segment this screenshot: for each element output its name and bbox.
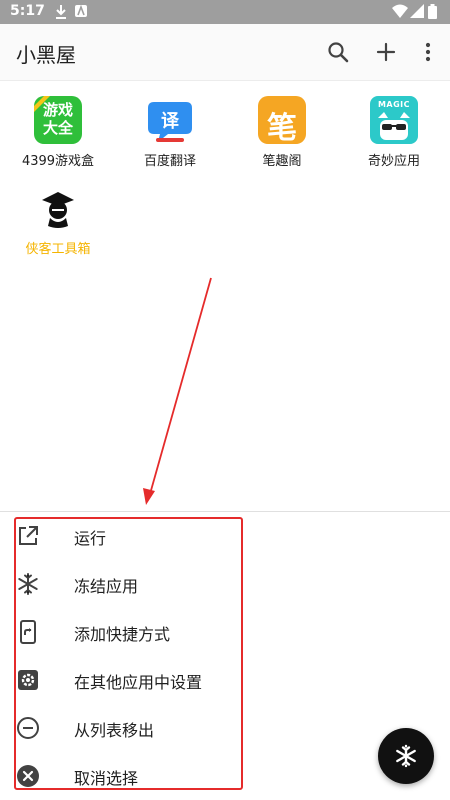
cancel-circle-icon: [17, 765, 39, 787]
app-item-xiake-toolbox[interactable]: 侠客工具箱: [2, 182, 114, 257]
snowflake-icon: [396, 744, 416, 768]
app-label: 百度翻译: [143, 154, 196, 169]
app-magic-icon-text: MAGIC: [377, 100, 411, 109]
menu-item-label: 冻结应用: [74, 577, 139, 596]
app-4399-icon-text-2: 大全: [42, 119, 73, 137]
menu-item-set-in-other-app[interactable]: 在其他应用中设置: [0, 656, 450, 704]
app-xiake-toolbox-icon: [32, 182, 84, 234]
app-biquge-icon-text: 笔: [267, 111, 297, 146]
app-bar: 小黑屋: [0, 24, 450, 81]
app-baidu-translate-icon-text: 译: [161, 111, 179, 132]
app-item-baidu-translate[interactable]: 译 百度翻译: [114, 94, 226, 169]
status-time: 5:17: [10, 3, 45, 19]
wifi-icon: [392, 4, 408, 18]
freeze-fab[interactable]: [378, 728, 434, 784]
app-4399-icon: 游戏 大全: [32, 94, 84, 146]
snowflake-icon: [18, 573, 38, 595]
signal-icon: [410, 4, 424, 18]
more-vert-icon[interactable]: [414, 38, 442, 66]
menu-item-label: 在其他应用中设置: [74, 673, 203, 692]
remove-circle-icon: [17, 717, 39, 739]
search-icon[interactable]: [324, 38, 352, 66]
open-in-new-icon: [19, 526, 38, 545]
app-item-biquge[interactable]: 笔 笔趣阁: [226, 94, 338, 169]
menu-item-run[interactable]: 运行: [0, 512, 450, 560]
menu-item-label: 运行: [74, 529, 107, 548]
menu-item-label: 添加快捷方式: [74, 625, 171, 644]
app-title: 小黑屋: [16, 43, 76, 67]
app-label: 笔趣阁: [262, 154, 302, 169]
battery-icon: [428, 4, 437, 19]
app-item-magic[interactable]: MAGIC 奇妙应用: [338, 94, 450, 169]
app-label: 4399游戏盒: [21, 154, 95, 169]
app-label: 侠客工具箱: [25, 242, 91, 257]
menu-item-label: 取消选择: [74, 769, 139, 788]
settings-gear-icon: [18, 670, 38, 690]
status-bar: 5:17: [0, 0, 450, 24]
app-label: 奇妙应用: [367, 154, 420, 169]
app-item-4399[interactable]: 游戏 大全 4399游戏盒: [2, 94, 114, 169]
app-4399-icon-text-1: 游戏: [42, 101, 73, 119]
shortcut-icon: [20, 620, 36, 644]
add-icon[interactable]: [372, 38, 400, 66]
app-magic-icon: MAGIC: [368, 94, 420, 146]
menu-item-freeze[interactable]: 冻结应用: [0, 560, 450, 608]
download-icon: [56, 5, 66, 19]
app-baidu-translate-icon: 译: [144, 94, 196, 146]
menu-item-label: 从列表移出: [74, 721, 155, 740]
menu-item-add-shortcut[interactable]: 添加快捷方式: [0, 608, 450, 656]
app-notification-icon: [75, 4, 87, 17]
app-biquge-icon: 笔: [256, 94, 308, 146]
